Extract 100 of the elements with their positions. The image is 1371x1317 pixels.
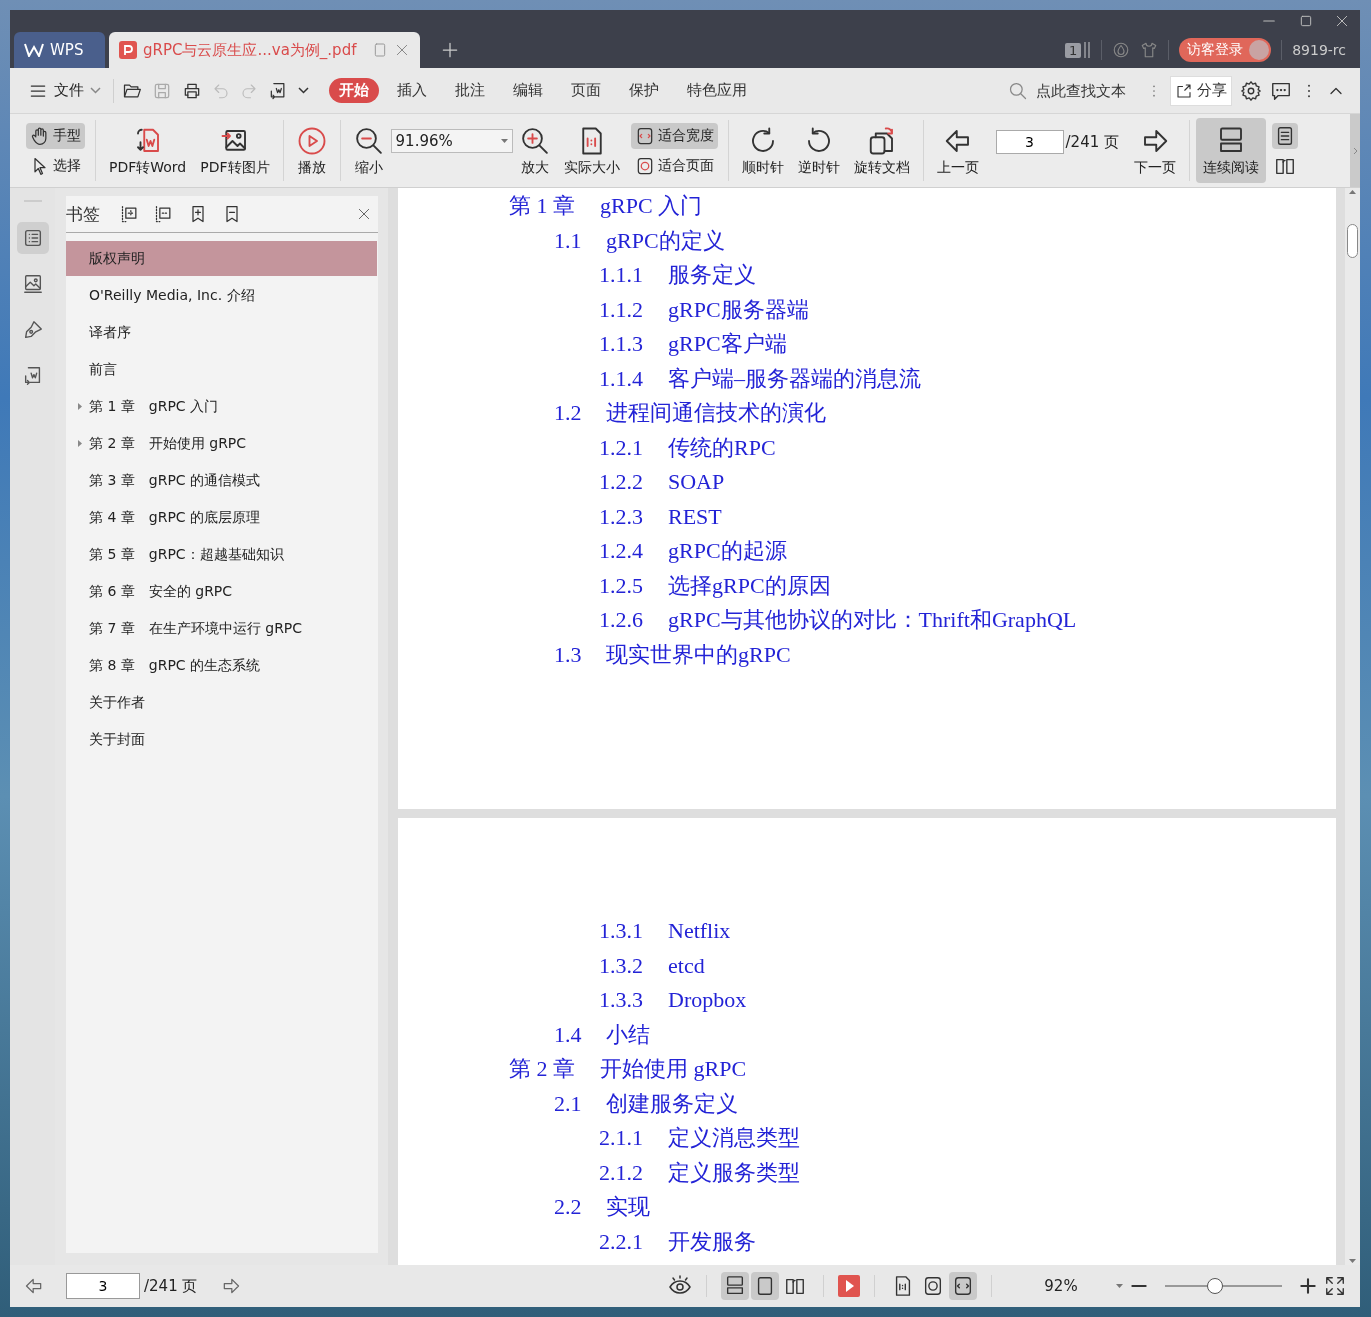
toc-title[interactable]: gRPC的定义 — [606, 223, 725, 258]
bookmark-item[interactable]: 前言 — [66, 352, 377, 387]
caret-icon[interactable] — [298, 87, 309, 94]
toc-number[interactable]: 1.2.6 — [599, 603, 668, 638]
document-tab[interactable]: gRPC与云原生应...va为例_.pdf — [109, 32, 421, 68]
toc-number[interactable]: 1.1.1 — [599, 258, 668, 293]
toc-title[interactable]: 现实世界中的gRPC — [606, 637, 791, 672]
view-mode-button[interactable] — [751, 1272, 779, 1300]
menu-tab[interactable]: 页面 — [561, 78, 611, 103]
bookmark-item[interactable]: 第 3 章 gRPC 的通信模式 — [66, 463, 377, 498]
toc-title[interactable]: 小结 — [606, 1017, 650, 1052]
bookmark-item[interactable]: 关于作者 — [66, 685, 377, 720]
bookmark-item[interactable]: O'Reilly Media, Inc. 介绍 — [66, 278, 377, 313]
toc-title[interactable]: REST — [668, 499, 722, 534]
menu-tab[interactable]: 保护 — [619, 78, 669, 103]
toolbar-button[interactable]: 连续阅读 — [1196, 118, 1266, 183]
toc-number[interactable]: 2.1.1 — [599, 1121, 668, 1156]
toc-title[interactable]: 开始使用 gRPC — [600, 1052, 747, 1087]
toc-number[interactable]: 1.3.3 — [599, 983, 668, 1018]
toc-number[interactable]: 1.2.3 — [599, 499, 668, 534]
search-field[interactable]: 点此查找文本 — [1034, 80, 1138, 101]
menu-tab[interactable]: 编辑 — [503, 78, 553, 103]
toc-title[interactable]: 开发服务 — [668, 1224, 756, 1259]
maximize-icon[interactable] — [1298, 13, 1314, 29]
bookmark-item[interactable]: 译者序 — [66, 315, 377, 350]
toc-title[interactable]: Netflix — [668, 914, 731, 949]
toc-number[interactable]: 1.1 — [554, 223, 606, 258]
toc-number[interactable]: 1.2.1 — [599, 430, 668, 465]
droplet-icon[interactable] — [1112, 41, 1131, 59]
zoom-in-icon[interactable] — [1298, 1276, 1318, 1296]
toc-number[interactable]: 1.2.5 — [599, 568, 668, 603]
toc-number[interactable]: 1.2 — [554, 396, 606, 431]
home-tab[interactable]: WPS — [14, 32, 105, 68]
toc-number[interactable]: 1.3 — [554, 637, 606, 672]
menu-tab[interactable]: 插入 — [387, 78, 437, 103]
toc-title[interactable]: 选择gRPC的原因 — [668, 568, 831, 603]
toc-title[interactable]: gRPC客户端 — [668, 327, 787, 362]
toolbar-button[interactable]: 适合宽度 — [630, 122, 718, 149]
toolbar-button[interactable]: 选择 — [26, 152, 85, 179]
toc-number[interactable]: 1.1.3 — [599, 327, 668, 362]
toc-number[interactable]: 1.1.4 — [599, 361, 668, 396]
toc-title[interactable]: gRPC与其他协议的对比：Thrift和GraphQL — [668, 603, 1077, 638]
toc-number[interactable]: 1.3.2 — [599, 948, 668, 983]
bookmark-item[interactable]: 版权声明 — [66, 241, 377, 276]
toc-number[interactable]: 1.4 — [554, 1017, 606, 1052]
toc-title[interactable]: gRPC服务器端 — [668, 292, 809, 327]
zoom-combo-box[interactable]: 91.96% — [390, 129, 513, 153]
bookmark-item[interactable]: 第 8 章 gRPC 的生态系统 — [66, 648, 377, 683]
next-page-icon[interactable] — [221, 1276, 242, 1296]
single-page-button[interactable] — [1272, 122, 1298, 149]
toc-number[interactable]: 第 2 章 — [509, 1052, 600, 1087]
expand-arrow-icon[interactable] — [75, 439, 84, 448]
menu-tab[interactable]: 批注 — [445, 78, 495, 103]
toc-number[interactable]: 第 1 章 — [509, 189, 600, 224]
toc-title[interactable]: Dropbox — [668, 983, 747, 1018]
menu-tab[interactable]: 开始 — [329, 78, 379, 103]
settings-icon[interactable] — [1240, 79, 1262, 102]
toolbar-button[interactable]: 实际大小 — [556, 118, 627, 183]
toolbar-button[interactable]: 旋转文档 — [846, 118, 917, 183]
previous-page-icon[interactable] — [24, 1276, 44, 1296]
toc-title[interactable]: 实现 — [606, 1190, 650, 1225]
bookmark-item[interactable]: 第 2 章 开始使用 gRPC — [66, 426, 377, 461]
toolbar-button[interactable]: 播放 — [289, 118, 334, 183]
view-mode-button[interactable] — [721, 1272, 749, 1300]
toc-number[interactable]: 1.3.1 — [599, 914, 668, 949]
toc-number[interactable]: 2.1.2 — [599, 1155, 668, 1190]
toc-number[interactable]: 2.2 — [554, 1190, 606, 1225]
bookmark-item[interactable]: 第 7 章 在生产环境中运行 gRPC — [66, 611, 377, 646]
close-icon[interactable] — [1334, 13, 1350, 29]
toc-title[interactable]: 创建服务定义 — [606, 1086, 738, 1121]
bookmark-item[interactable]: 关于封面 — [66, 722, 377, 757]
scroll-down-icon[interactable] — [1349, 1259, 1356, 1263]
toc-title[interactable]: 定义消息类型 — [668, 1121, 800, 1156]
scroll-up-icon[interactable] — [1349, 190, 1356, 194]
toc-title[interactable]: 定义服务类型 — [668, 1155, 800, 1190]
slider-thumb[interactable] — [1207, 1278, 1224, 1294]
toc-title[interactable]: 服务定义 — [668, 258, 756, 293]
bookmark-item[interactable]: 第 1 章 gRPC 入门 — [66, 389, 377, 424]
toc-title[interactable]: gRPC 入门 — [600, 189, 703, 224]
page-number-field[interactable]: 3 — [66, 1273, 140, 1299]
toolbar-button[interactable]: 缩小 — [346, 118, 391, 183]
play-icon[interactable] — [838, 1275, 860, 1297]
fullscreen-icon[interactable] — [1324, 1275, 1346, 1297]
toolbar-button[interactable]: PDF转Word — [102, 118, 194, 183]
toolbar-button[interactable]: 手型 — [26, 122, 85, 149]
toc-title[interactable]: etcd — [668, 948, 705, 983]
toc-title[interactable]: 进程间通信技术的演化 — [606, 396, 826, 431]
bookmark-item[interactable]: 第 4 章 gRPC 的底层原理 — [66, 500, 377, 535]
zoom-percent[interactable]: 92% — [1026, 1277, 1096, 1295]
dropdown-caret-icon[interactable] — [1116, 1284, 1123, 1288]
toc-number[interactable]: 1.2.4 — [599, 534, 668, 569]
toolbar-button[interactable]: 放大 — [512, 118, 557, 183]
toolbar-button[interactable]: 下一页 — [1127, 118, 1183, 183]
share-button[interactable]: 分享 — [1170, 75, 1232, 106]
toc-title[interactable]: SOAP — [668, 465, 725, 500]
window-count-badge[interactable]: 1 — [1064, 42, 1082, 58]
scrollbar-thumb[interactable] — [1347, 224, 1358, 258]
toc-title[interactable]: 传统的RPC — [668, 430, 776, 465]
file-menu-button[interactable]: 文件 — [24, 80, 105, 101]
toc-title[interactable]: gRPC的起源 — [668, 534, 787, 569]
